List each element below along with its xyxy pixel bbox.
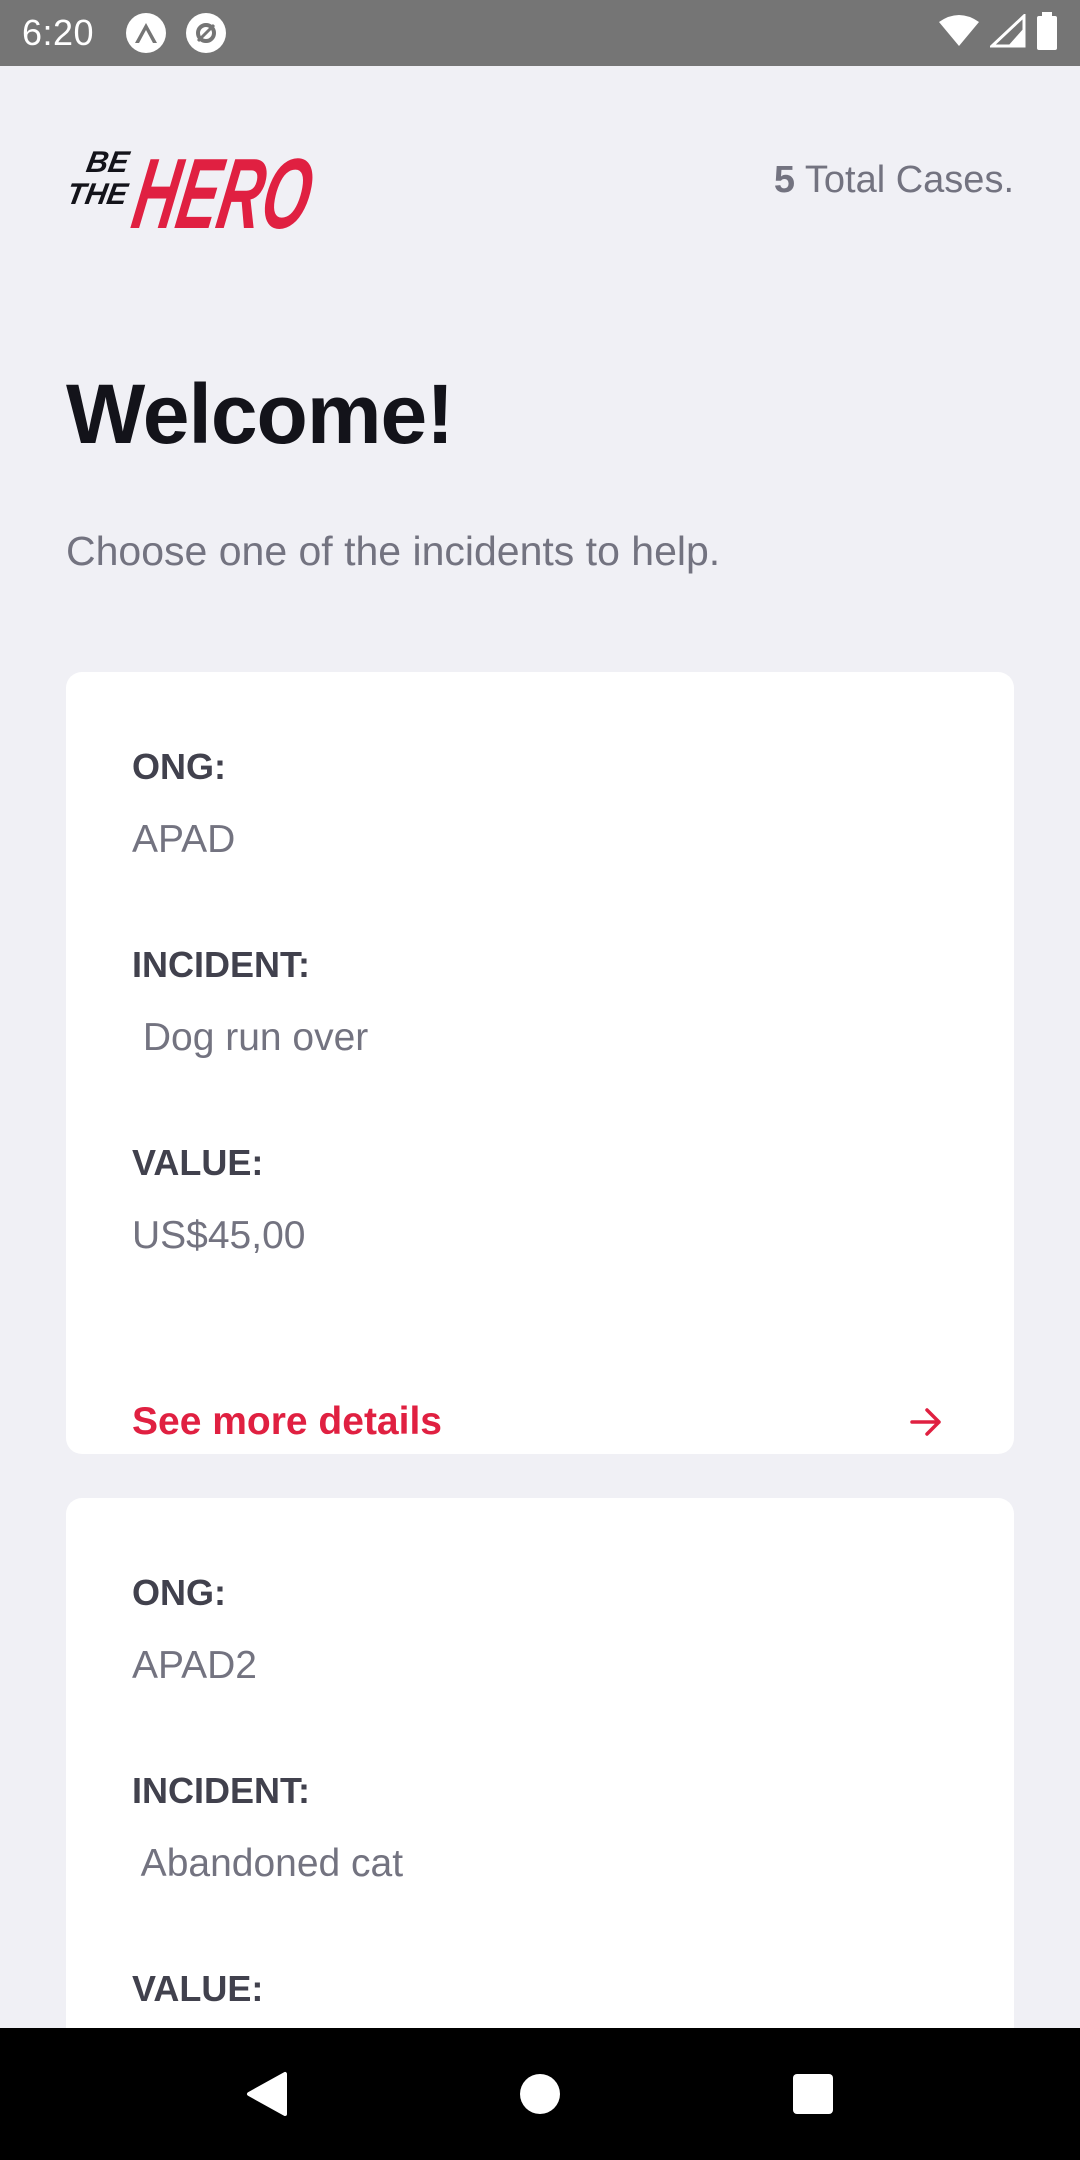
page-description: Choose one of the incidents to help. xyxy=(66,528,721,574)
ong-value: APAD2 xyxy=(132,1644,257,1687)
nav-back-button[interactable] xyxy=(227,2054,307,2134)
app-content[interactable]: BE THE HERO 5 Total Cases. Welcome! Choo… xyxy=(0,66,1080,2028)
nav-home-button[interactable] xyxy=(500,2054,580,2134)
expo-icon xyxy=(126,13,167,53)
battery-icon xyxy=(1036,11,1058,55)
total-cases: 5 Total Cases. xyxy=(774,159,1014,202)
wifi-icon xyxy=(938,14,980,53)
arrow-right-icon xyxy=(910,1408,941,1436)
navigation-bar xyxy=(0,2028,1080,2160)
see-more-details-label: See more details xyxy=(132,1400,442,1443)
status-bar: 6:20 xyxy=(0,0,1080,66)
logo-hero: HERO xyxy=(125,139,321,238)
incident-card: ONG: APAD2 INCIDENT: Abandoned cat VALUE… xyxy=(66,1498,1014,2028)
value-label: VALUE: xyxy=(132,1968,264,2009)
back-triangle-icon xyxy=(246,2072,287,2116)
ong-label: ONG: xyxy=(132,746,226,787)
logo-be: BE xyxy=(84,146,132,179)
nav-recents-button[interactable] xyxy=(773,2054,853,2134)
logo-the: THE xyxy=(66,178,131,211)
signal-icon xyxy=(988,12,1026,53)
incident-label: INCIDENT: xyxy=(132,1770,310,1811)
incident-value: Dog run over xyxy=(132,1016,369,1059)
ong-value: APAD xyxy=(132,818,236,861)
be-the-hero-logo: BE THE HERO xyxy=(66,139,321,238)
total-cases-count: 5 xyxy=(773,158,796,201)
page-title: Welcome! xyxy=(66,367,454,461)
recents-square-icon xyxy=(793,2074,834,2114)
see-more-details-button[interactable]: See more details xyxy=(132,1392,950,1452)
status-time: 6:20 xyxy=(22,12,95,53)
incident-label: INCIDENT: xyxy=(132,944,310,985)
value-label: VALUE: xyxy=(132,1142,264,1183)
home-circle-icon xyxy=(519,2074,560,2114)
status-indicators xyxy=(938,11,1058,55)
header: BE THE HERO 5 Total Cases. xyxy=(66,120,1014,240)
incident-value: Abandoned cat xyxy=(132,1842,404,1885)
sync-icon xyxy=(186,13,227,53)
ong-label: ONG: xyxy=(132,1572,226,1613)
incident-card: ONG: APAD INCIDENT: Dog run over VALUE: … xyxy=(66,672,1014,1454)
value-value: US$45,00 xyxy=(132,1214,306,1257)
total-cases-label: Total Cases. xyxy=(795,158,1014,201)
